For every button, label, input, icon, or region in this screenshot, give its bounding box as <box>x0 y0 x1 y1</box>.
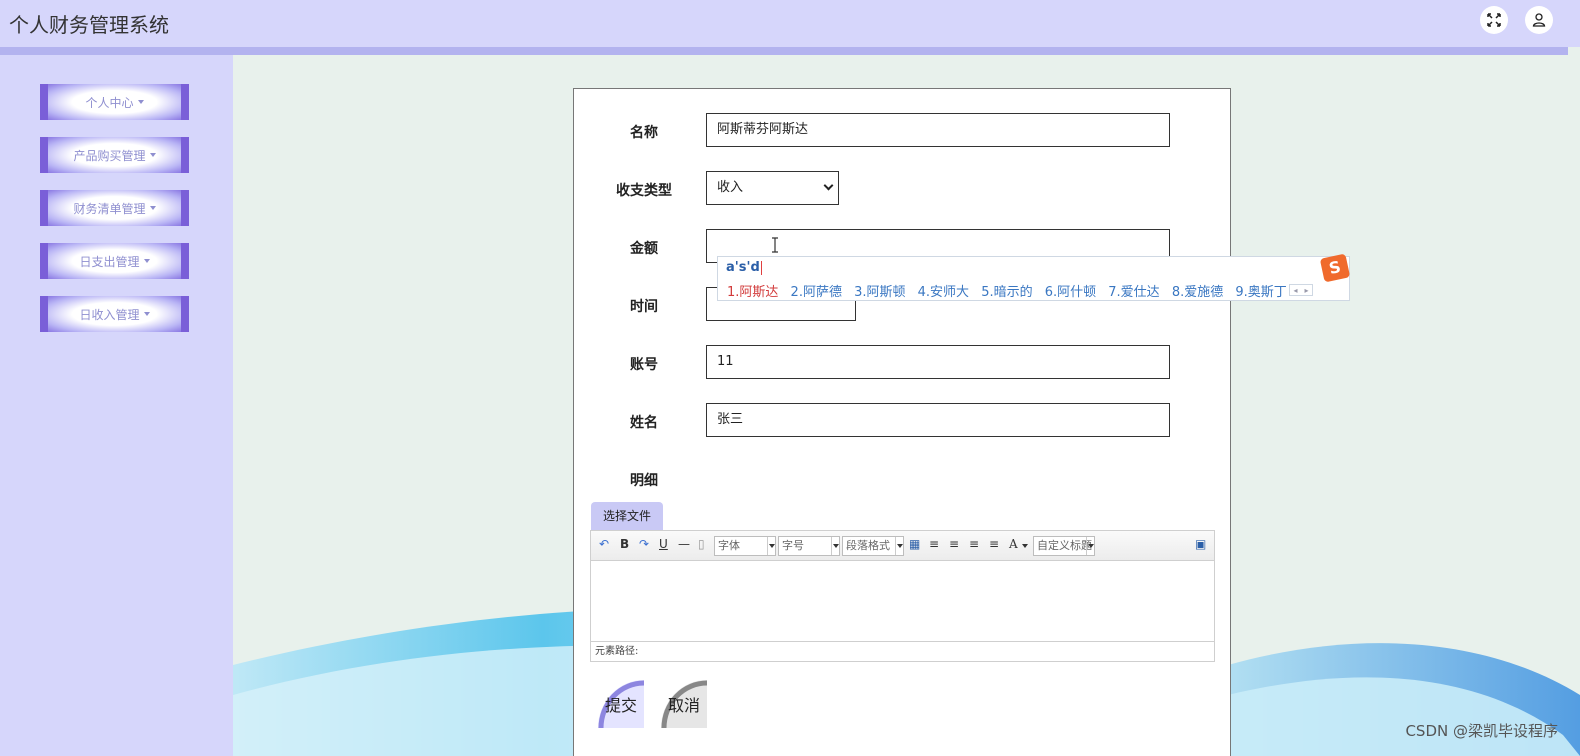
table-icon[interactable]: ▦ <box>909 537 920 551</box>
editor-toolbar: ↶ B ↷ U — ▯ 字体 字号 段落格式 ▦ ≡ ≡ ≡ ≡ A 自定义标题… <box>591 531 1214 561</box>
align-left-icon[interactable]: ≡ <box>929 537 939 551</box>
caret-down-icon <box>143 312 150 316</box>
app-title: 个人财务管理系统 <box>9 13 169 37</box>
sidebar-item-label: 产品购买管理 <box>73 148 146 163</box>
ime-candidate[interactable]: 9.奥斯丁 <box>1235 285 1286 300</box>
caret-down-icon <box>149 153 156 157</box>
type-select[interactable]: 收入 <box>706 171 839 205</box>
font-family-select[interactable]: 字体 <box>714 536 776 556</box>
caret-down-icon <box>149 206 156 210</box>
font-color-button[interactable]: A <box>1009 537 1018 551</box>
chevron-left-icon[interactable]: ◂ <box>1293 286 1297 295</box>
sidebar-item-label: 个人中心 <box>85 95 134 110</box>
text-cursor-icon <box>772 237 778 253</box>
chevron-down-icon <box>823 180 834 191</box>
caret-down-icon <box>143 259 150 263</box>
sidebar: 个人中心 产品购买管理 财务清单管理 日支出管理 日收入管理 <box>0 55 233 756</box>
account-input[interactable]: 11 <box>706 345 1170 379</box>
ime-composition: a's'd <box>726 260 762 275</box>
ime-page-nav[interactable]: ◂ ▸ <box>1289 284 1313 296</box>
ime-candidates: 1.阿斯达 2.阿萨德 3.阿斯顿 4.安师大 5.暗示的 6.阿什顿 7.爱仕… <box>727 281 1295 300</box>
user-button[interactable] <box>1525 6 1553 34</box>
user-icon <box>1532 13 1546 27</box>
underline-button[interactable]: U <box>659 537 668 551</box>
amount-label: 金额 <box>630 241 658 257</box>
editor-content-area[interactable] <box>591 562 1214 642</box>
chevron-down-icon <box>831 537 839 555</box>
account-label: 账号 <box>630 357 658 373</box>
ime-candidate[interactable]: 8.爱施德 <box>1172 285 1223 300</box>
name-input[interactable]: 阿斯蒂芬阿斯达 <box>706 113 1170 147</box>
person-label: 姓名 <box>630 415 658 431</box>
ime-candidate[interactable]: 1.阿斯达 <box>727 285 778 300</box>
align-center-icon[interactable]: ≡ <box>969 537 979 551</box>
font-family-label: 字体 <box>718 539 740 552</box>
app-header: 个人财务管理系统 <box>0 0 1580 47</box>
chevron-right-icon[interactable]: ▸ <box>1304 286 1308 295</box>
custom-heading-label: 自定义标题 <box>1037 539 1092 552</box>
custom-heading-select[interactable]: 自定义标题 <box>1033 536 1095 556</box>
header-divider <box>0 47 1568 55</box>
ime-composition-text: a's'd <box>726 260 760 275</box>
type-label: 收支类型 <box>616 183 672 199</box>
sidebar-item-label: 日收入管理 <box>79 307 140 322</box>
type-select-value: 收入 <box>717 180 744 195</box>
ime-candidate[interactable]: 4.安师大 <box>918 285 969 300</box>
sidebar-item-daily-expense[interactable]: 日支出管理 <box>40 243 189 279</box>
sidebar-item-label: 日支出管理 <box>79 254 140 269</box>
font-size-select[interactable]: 字号 <box>778 536 840 556</box>
time-label: 时间 <box>630 299 658 315</box>
chevron-down-icon <box>895 537 903 555</box>
csdn-watermark: CSDN @梁凯毕设程序 <box>1405 722 1558 740</box>
sidebar-item-personal-center[interactable]: 个人中心 <box>40 84 189 120</box>
choose-file-button[interactable]: 选择文件 <box>591 502 663 531</box>
name-label: 名称 <box>630 125 658 141</box>
sidebar-item-finance-list[interactable]: 财务清单管理 <box>40 190 189 226</box>
fullscreen-button[interactable] <box>1480 6 1508 34</box>
cancel-button[interactable]: 取消 <box>661 680 707 728</box>
horizontal-rule-icon[interactable]: — <box>678 537 690 551</box>
ime-candidate-popup: a's'd 1.阿斯达 2.阿萨德 3.阿斯顿 4.安师大 5.暗示的 6.阿什… <box>717 253 1351 301</box>
ime-candidate[interactable]: 6.阿什顿 <box>1045 285 1096 300</box>
ime-candidate[interactable]: 5.暗示的 <box>981 285 1032 300</box>
preview-icon[interactable]: ▣ <box>1195 537 1206 551</box>
ime-caret <box>760 260 762 275</box>
redo-icon[interactable]: ↷ <box>639 537 649 551</box>
align-right-icon[interactable]: ≡ <box>949 537 959 551</box>
person-input[interactable]: 张三 <box>706 403 1170 437</box>
ime-candidate[interactable]: 7.爱仕达 <box>1108 285 1159 300</box>
chevron-down-icon <box>1022 544 1028 548</box>
undo-icon[interactable]: ↶ <box>599 537 609 551</box>
chevron-down-icon <box>1086 537 1094 555</box>
paragraph-format-label: 段落格式 <box>846 539 890 552</box>
fullscreen-icon <box>1487 13 1501 27</box>
submit-button-label: 提交 <box>604 696 637 715</box>
element-path-bar: 元素路径: <box>591 641 1214 661</box>
detail-label: 明细 <box>630 473 658 489</box>
ime-candidate[interactable]: 2.阿萨德 <box>791 285 842 300</box>
sogou-logo-icon: S <box>1319 253 1351 283</box>
submit-button[interactable]: 提交 <box>598 680 644 728</box>
sidebar-item-label: 财务清单管理 <box>73 201 146 216</box>
align-justify-icon[interactable]: ≡ <box>989 537 999 551</box>
sidebar-item-product-purchase[interactable]: 产品购买管理 <box>40 137 189 173</box>
document-icon[interactable]: ▯ <box>698 537 705 551</box>
bold-button[interactable]: B <box>620 537 629 551</box>
sidebar-item-daily-income[interactable]: 日收入管理 <box>40 296 189 332</box>
ime-candidate[interactable]: 3.阿斯顿 <box>854 285 905 300</box>
paragraph-format-select[interactable]: 段落格式 <box>842 536 904 556</box>
chevron-down-icon <box>767 537 775 555</box>
font-size-label: 字号 <box>782 539 804 552</box>
rich-text-editor: ↶ B ↷ U — ▯ 字体 字号 段落格式 ▦ ≡ ≡ ≡ ≡ A 自定义标题… <box>590 530 1215 662</box>
cancel-button-label: 取消 <box>667 696 700 715</box>
caret-down-icon <box>137 100 144 104</box>
